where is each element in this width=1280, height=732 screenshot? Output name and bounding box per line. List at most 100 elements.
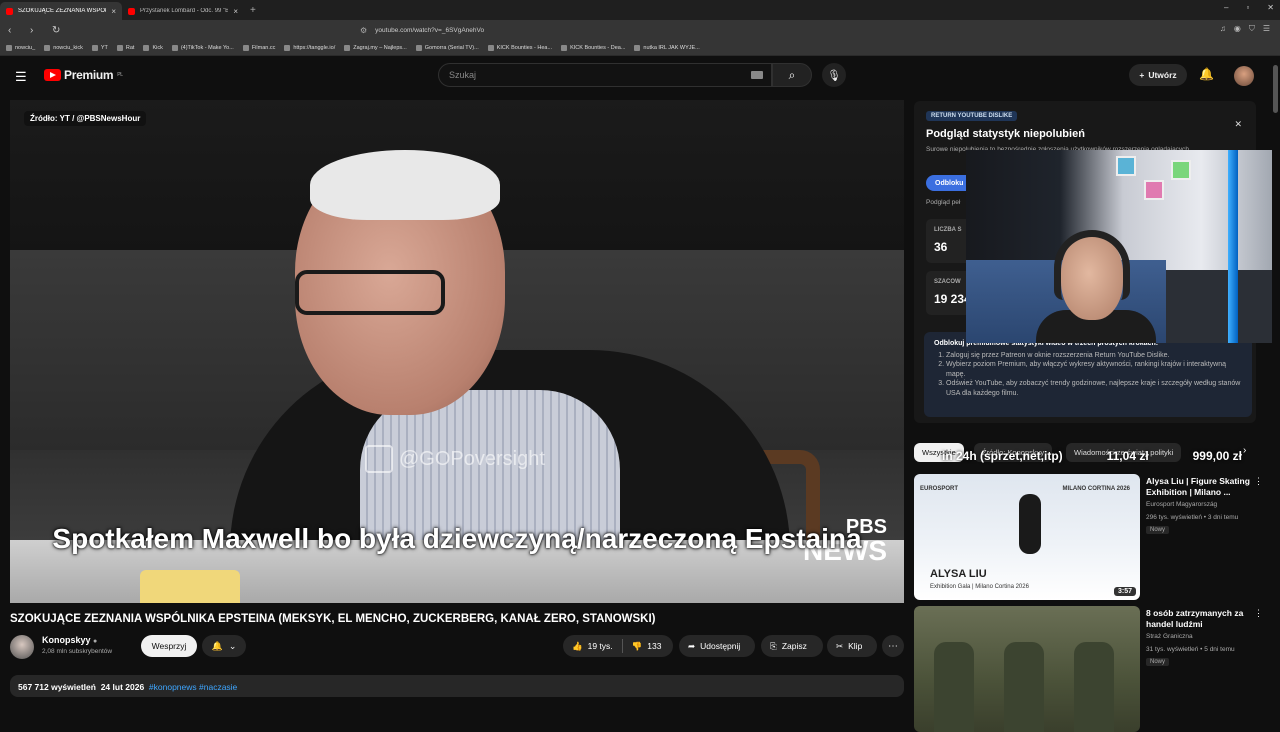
site-info-icon[interactable]: ⚙ <box>360 26 367 35</box>
shield-icon[interactable]: ⛉ <box>1249 24 1255 34</box>
caption-text: Spotkałem Maxwell bo była dziewczyną/nar… <box>52 523 862 554</box>
recommended-title[interactable]: Alysa Liu | Figure Skating Exhibition | … <box>1146 476 1256 499</box>
video-title: SZOKUJĄCE ZEZNANIA WSPÓLNIKA EPSTEINA (M… <box>10 613 656 625</box>
bookmark-item[interactable]: KICK Bounties - Hea... <box>487 44 552 51</box>
channel-name[interactable]: Konopskyy ● <box>42 635 97 645</box>
recommended-channel[interactable]: Eurosport Magyarország <box>1146 501 1217 508</box>
support-button[interactable]: Wesprzyj <box>141 635 197 657</box>
ryd-steps-box: Odblokuj premiumowe statystyki wideo w t… <box>924 332 1252 417</box>
bookmark-item[interactable]: KICK Bounties - Dea... <box>561 44 625 51</box>
bookmark-item[interactable]: (4)TikTok - Make Yo... <box>171 44 234 51</box>
bookmark-icon <box>171 44 178 51</box>
recommended-video[interactable]: EUROSPORT MILANO CORTINA 2026 ALYSA LIU … <box>914 474 1264 600</box>
keyboard-icon[interactable] <box>751 71 763 79</box>
duration-badge: 3:57 <box>1113 587 1136 596</box>
like-count[interactable]: 19 tys. <box>588 641 613 651</box>
chevron-right-icon[interactable]: › <box>1243 445 1246 456</box>
poster-shape <box>1144 180 1164 200</box>
search-input[interactable]: Szukaj <box>438 63 772 87</box>
hashtags[interactable]: #konopnews #naczasie <box>149 682 237 692</box>
bookmark-item[interactable]: nowciu_ <box>6 44 35 51</box>
headphones-icon <box>1054 230 1130 300</box>
extension-icon[interactable]: ◉ <box>1234 24 1241 34</box>
more-vert-icon[interactable]: ⋮ <box>1254 476 1263 487</box>
microphone-icon: 🎙 <box>827 69 841 82</box>
bookmark-icon <box>143 44 150 51</box>
close-icon[interactable]: ✕ <box>1234 119 1242 130</box>
browser-tab[interactable]: Przystanek Lombard - Odc. 99 "Bez y × <box>122 2 244 20</box>
bookmark-item[interactable]: Rat <box>116 44 134 51</box>
avatar[interactable] <box>1234 66 1254 86</box>
poster-shape <box>1116 156 1136 176</box>
masthead: ☰ Premium PL Szukaj ⌕ 🎙 + Utwórz 🔔 <box>0 57 1280 93</box>
plus-icon: + <box>1139 70 1145 80</box>
bookmark-item[interactable]: Gomorra (Serial TV)... <box>415 44 479 51</box>
search-icon: ⌕ <box>788 67 796 82</box>
youtube-premium-logo[interactable]: Premium PL <box>44 68 123 82</box>
bookmark-item[interactable]: https://tanggle.io/ <box>284 44 335 51</box>
recommended-channel[interactable]: Straż Graniczna <box>1146 633 1193 640</box>
bookmark-item[interactable]: nowciu_kick <box>44 44 83 51</box>
browser-tab-active[interactable]: SZOKUJĄCE ZEZNANIA WSPÓŁ × <box>0 2 122 20</box>
bell-icon: 🔔 <box>211 640 223 651</box>
create-button[interactable]: + Utwórz <box>1129 64 1187 86</box>
subscriber-count: 2,08 mln subskrybentów <box>42 648 113 655</box>
new-tab-icon[interactable]: + <box>250 5 256 16</box>
subscription-bell-button[interactable]: 🔔 ⌄ <box>202 635 246 657</box>
notifications-bell-icon[interactable]: 🔔 <box>1199 67 1214 81</box>
channel-avatar[interactable] <box>10 635 34 659</box>
description-box[interactable]: 567 712 wyświetleń 24 lut 2026 #konopnew… <box>10 675 904 697</box>
recommended-video[interactable]: 8 osób zatrzymanych za handel ludźmi Str… <box>914 606 1264 732</box>
dislike-icon[interactable]: 👎 <box>632 641 643 652</box>
ryd-step: Odśwież YouTube, aby zobaczyć trendy god… <box>946 379 1242 398</box>
ryd-heading: Podgląd statystyk niepolubień <box>926 128 1085 140</box>
minimize-icon[interactable]: – <box>1224 3 1228 12</box>
like-icon[interactable]: 👍 <box>572 641 583 652</box>
soldier-shape <box>1074 642 1114 732</box>
new-badge: Nowy <box>1146 526 1170 534</box>
bookmark-item[interactable]: nutka IRL JAK WYJE... <box>634 44 700 51</box>
recommended-title[interactable]: 8 osób zatrzymanych za handel ludźmi <box>1146 608 1256 631</box>
bookmark-icon <box>487 44 494 51</box>
tab-title: Przystanek Lombard - Odc. 99 "Bez y <box>140 8 229 14</box>
back-icon[interactable]: ‹ <box>8 25 22 36</box>
video-thumbnail[interactable]: EUROSPORT MILANO CORTINA 2026 ALYSA LIU … <box>914 474 1140 600</box>
share-button[interactable]: ➦ Udostępnij <box>679 635 755 657</box>
soldier-shape <box>934 642 974 732</box>
close-tab-icon[interactable]: × <box>111 7 116 16</box>
bookmark-icon <box>116 44 123 51</box>
more-vert-icon[interactable]: ⋮ <box>1254 608 1263 619</box>
bookmark-item[interactable]: Filman.cc <box>242 44 275 51</box>
search-placeholder: Szukaj <box>449 70 477 80</box>
search-button[interactable]: ⌕ <box>772 63 812 87</box>
stream-goal-overlay: in 24h (sprzet,net,itp) 11,04 zł 999,00 … <box>942 449 1242 463</box>
menu-icon[interactable]: ☰ <box>1263 24 1270 34</box>
reload-icon[interactable]: ↻ <box>52 25 66 36</box>
menu-icon[interactable]: ☰ <box>15 69 27 85</box>
more-actions-button[interactable]: ⋯ <box>882 635 904 657</box>
close-window-icon[interactable]: ✕ <box>1267 3 1274 12</box>
forward-icon[interactable]: › <box>30 25 44 36</box>
voice-search-button[interactable]: 🎙 <box>822 63 846 87</box>
cup-shape <box>140 570 240 603</box>
bookmark-item[interactable]: Zagraj.my – Najleps... <box>344 44 407 51</box>
bookmark-item[interactable]: YT <box>91 44 108 51</box>
clip-button[interactable]: ✂ Klip <box>827 635 877 657</box>
dislike-count[interactable]: 133 <box>647 641 661 651</box>
poster-shape <box>1171 160 1191 180</box>
logo-region: PL <box>117 72 123 78</box>
maximize-icon[interactable]: ▫ <box>1246 3 1249 12</box>
bookmark-item[interactable]: Kick <box>143 44 163 51</box>
video-player[interactable]: Źródło: YT / @PBSNewsHour @GOPoversight … <box>10 100 904 603</box>
recommended-meta: 31 tys. wyświetleń • 5 dni temu <box>1146 646 1235 653</box>
scrollbar-thumb[interactable] <box>1273 65 1278 113</box>
save-button[interactable]: ⎘ Zapisz <box>761 635 823 657</box>
scrollbar[interactable] <box>1272 57 1280 720</box>
verified-icon: ● <box>93 638 98 645</box>
view-count: 567 712 wyświetleń <box>18 682 96 692</box>
close-tab-icon[interactable]: × <box>233 7 238 16</box>
video-thumbnail[interactable] <box>914 606 1140 732</box>
url-field[interactable]: ⚙ youtube.com/watch?v=_6SVgAnehVo <box>360 22 910 38</box>
youtube-logo-icon <box>44 69 61 81</box>
extension-icon[interactable]: ♫ <box>1220 24 1226 34</box>
